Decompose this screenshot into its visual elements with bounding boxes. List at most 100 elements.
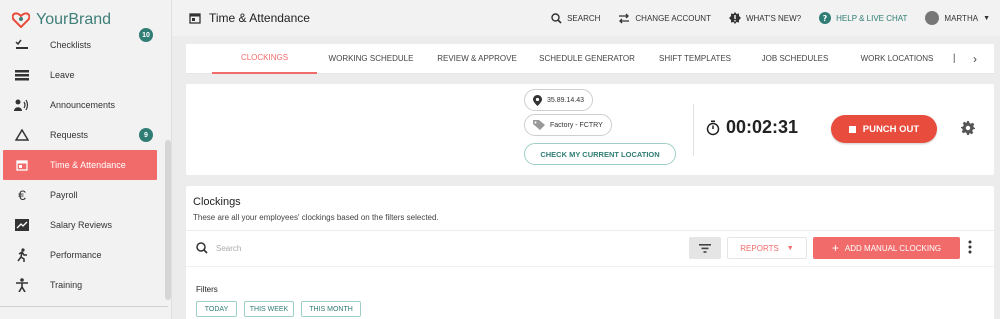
tab-clockings[interactable]: CLOCKINGS [212,44,317,74]
sidebar-item-training[interactable]: Training [0,270,171,300]
sidebar-item-label: Time & Attendance [50,160,126,170]
tab-work-locations[interactable]: WORK LOCATIONS [845,44,949,74]
app-root: YourBrand Checklists 10 Leave Announceme… [0,0,1000,319]
stopwatch-icon [706,120,720,135]
top-bar: Time & Attendance SEARCH CHANGE ACCOUNT … [172,0,1000,36]
calendar-icon [189,13,201,24]
tab-working-schedule[interactable]: WORKING SCHEDULE [317,44,425,74]
add-manual-clocking-button[interactable]: + ADD MANUAL CLOCKING [813,237,960,259]
page-title: Time & Attendance [189,11,310,25]
sidebar-item-requests[interactable]: Requests 9 [0,120,171,150]
check-location-button[interactable]: CHECK MY CURRENT LOCATION [524,143,676,165]
sidebar-item-checklists[interactable]: Checklists 10 [0,28,171,60]
whats-new-button[interactable]: WHAT'S NEW? [728,12,802,24]
timer: 00:02:31 [706,117,798,138]
tab-shift-templates[interactable]: SHIFT TEMPLATES [645,44,745,74]
location-tag: Factory - FCTRY [550,121,603,129]
search-icon [196,242,208,254]
sidebar-scrollbar[interactable] [165,140,171,300]
tab-bar: CLOCKINGS WORKING SCHEDULE REVIEW & APPR… [186,44,994,74]
sidebar-item-announcements[interactable]: Announcements [0,90,171,120]
sidebar-item-payroll[interactable]: € Payroll [0,180,171,210]
sidebar-item-label: Payroll [50,190,78,200]
user-name: MARTHA [944,13,979,23]
sidebar-item-performance[interactable]: Performance [0,240,171,270]
euro-icon: € [18,187,26,203]
user-menu[interactable]: MARTHA ▼ [925,11,990,25]
search-button[interactable]: SEARCH [551,12,601,24]
filter-chip-this-week[interactable]: THIS WEEK [244,301,294,317]
checklists-badge: 10 [139,28,153,42]
sidebar-item-salary-reviews[interactable]: Salary Reviews [0,210,171,240]
help-icon: ? [819,12,832,24]
sidebar-item-leave[interactable]: Leave [0,60,171,90]
sidebar-item-label: Leave [50,70,75,80]
clockings-divider [186,230,994,231]
ip-address: 35.89.14.43 [547,96,584,104]
punch-divider [693,104,694,156]
whats-new-label: WHAT'S NEW? [745,13,802,23]
change-account-button[interactable]: CHANGE ACCOUNT [618,13,711,24]
tab-job-schedules[interactable]: JOB SCHEDULES [745,44,845,74]
tab-schedule-generator[interactable]: SCHEDULE GENERATOR [529,44,645,74]
filter-chip-today[interactable]: TODAY [196,301,237,317]
ip-chip: 35.89.14.43 [524,89,593,111]
clockings-title: Clockings [193,196,241,208]
sidebar-divider [0,306,168,307]
caret-down-icon: ▼ [786,244,794,252]
sidebar-item-label: Checklists [50,40,92,50]
sidebar-item-label: Salary Reviews [50,220,113,230]
chevron-down-icon: ▼ [983,14,990,22]
brand-heart-icon [12,12,30,28]
punch-card: 35.89.14.43 Factory - FCTRY CHECK MY CUR… [186,84,994,175]
brand-name: YourBrand [36,11,112,28]
leave-icon [14,67,30,83]
swap-icon [619,13,630,23]
chevron-right-icon[interactable]: › [965,44,985,74]
sidebar-item-label: Performance [50,250,102,260]
triangle-icon [14,127,30,143]
change-account-label: CHANGE ACCOUNT [635,13,711,23]
clockings-search[interactable]: Search [196,242,241,254]
more-vert-icon[interactable] [968,240,972,259]
clockings-subtitle: These are all your employees' clockings … [193,213,439,222]
reports-label: REPORTS [740,243,779,253]
checklist-icon [14,37,30,53]
salary-review-icon [14,217,30,233]
sidebar-item-label: Announcements [50,100,116,110]
megaphone-icon [14,97,30,113]
search-button-label: SEARCH [567,13,601,23]
tab-review-approve[interactable]: REVIEW & APPROVE [425,44,529,74]
filter-icon [699,243,711,253]
gear-icon[interactable] [961,121,975,140]
calendar-icon [14,157,30,173]
timer-value: 00:02:31 [726,117,799,137]
help-chat-button[interactable]: ? HELP & LIVE CHAT [819,12,907,24]
search-input[interactable]: Search [216,244,241,253]
filter-chip-this-month[interactable]: THIS MONTH [301,301,361,317]
clockings-card: Clockings These are all your employees' … [186,186,994,319]
reports-button[interactable]: REPORTS ▼ [727,237,807,259]
punch-out-label: PUNCH OUT [862,123,920,135]
sidebar: YourBrand Checklists 10 Leave Announceme… [0,0,172,319]
stop-icon [848,125,856,133]
punch-out-button[interactable]: PUNCH OUT [831,115,937,143]
tab-spacer [186,44,212,74]
location-tag-chip: Factory - FCTRY [524,114,612,136]
topbar-actions: SEARCH CHANGE ACCOUNT WHAT'S NEW? ? HELP… [551,11,990,25]
plus-icon: + [831,241,839,255]
search-icon [551,12,562,24]
help-chat-label: HELP & LIVE CHAT [836,13,908,23]
requests-badge: 9 [139,128,153,142]
add-manual-clocking-label: ADD MANUAL CLOCKING [844,243,942,253]
avatar [925,11,940,25]
filter-button[interactable] [689,237,721,259]
sidebar-item-time-attendance[interactable]: Time & Attendance [3,150,157,180]
page-title-text: Time & Attendance [209,11,310,25]
filters-label: Filters [196,285,218,294]
tab-overflow-fragment[interactable]: ▏ [949,44,965,74]
sidebar-nav: Checklists 10 Leave Announcements Reques… [0,28,171,300]
running-person-icon [14,247,30,263]
location-pin-icon [533,94,542,106]
sidebar-item-label: Requests [50,130,89,140]
